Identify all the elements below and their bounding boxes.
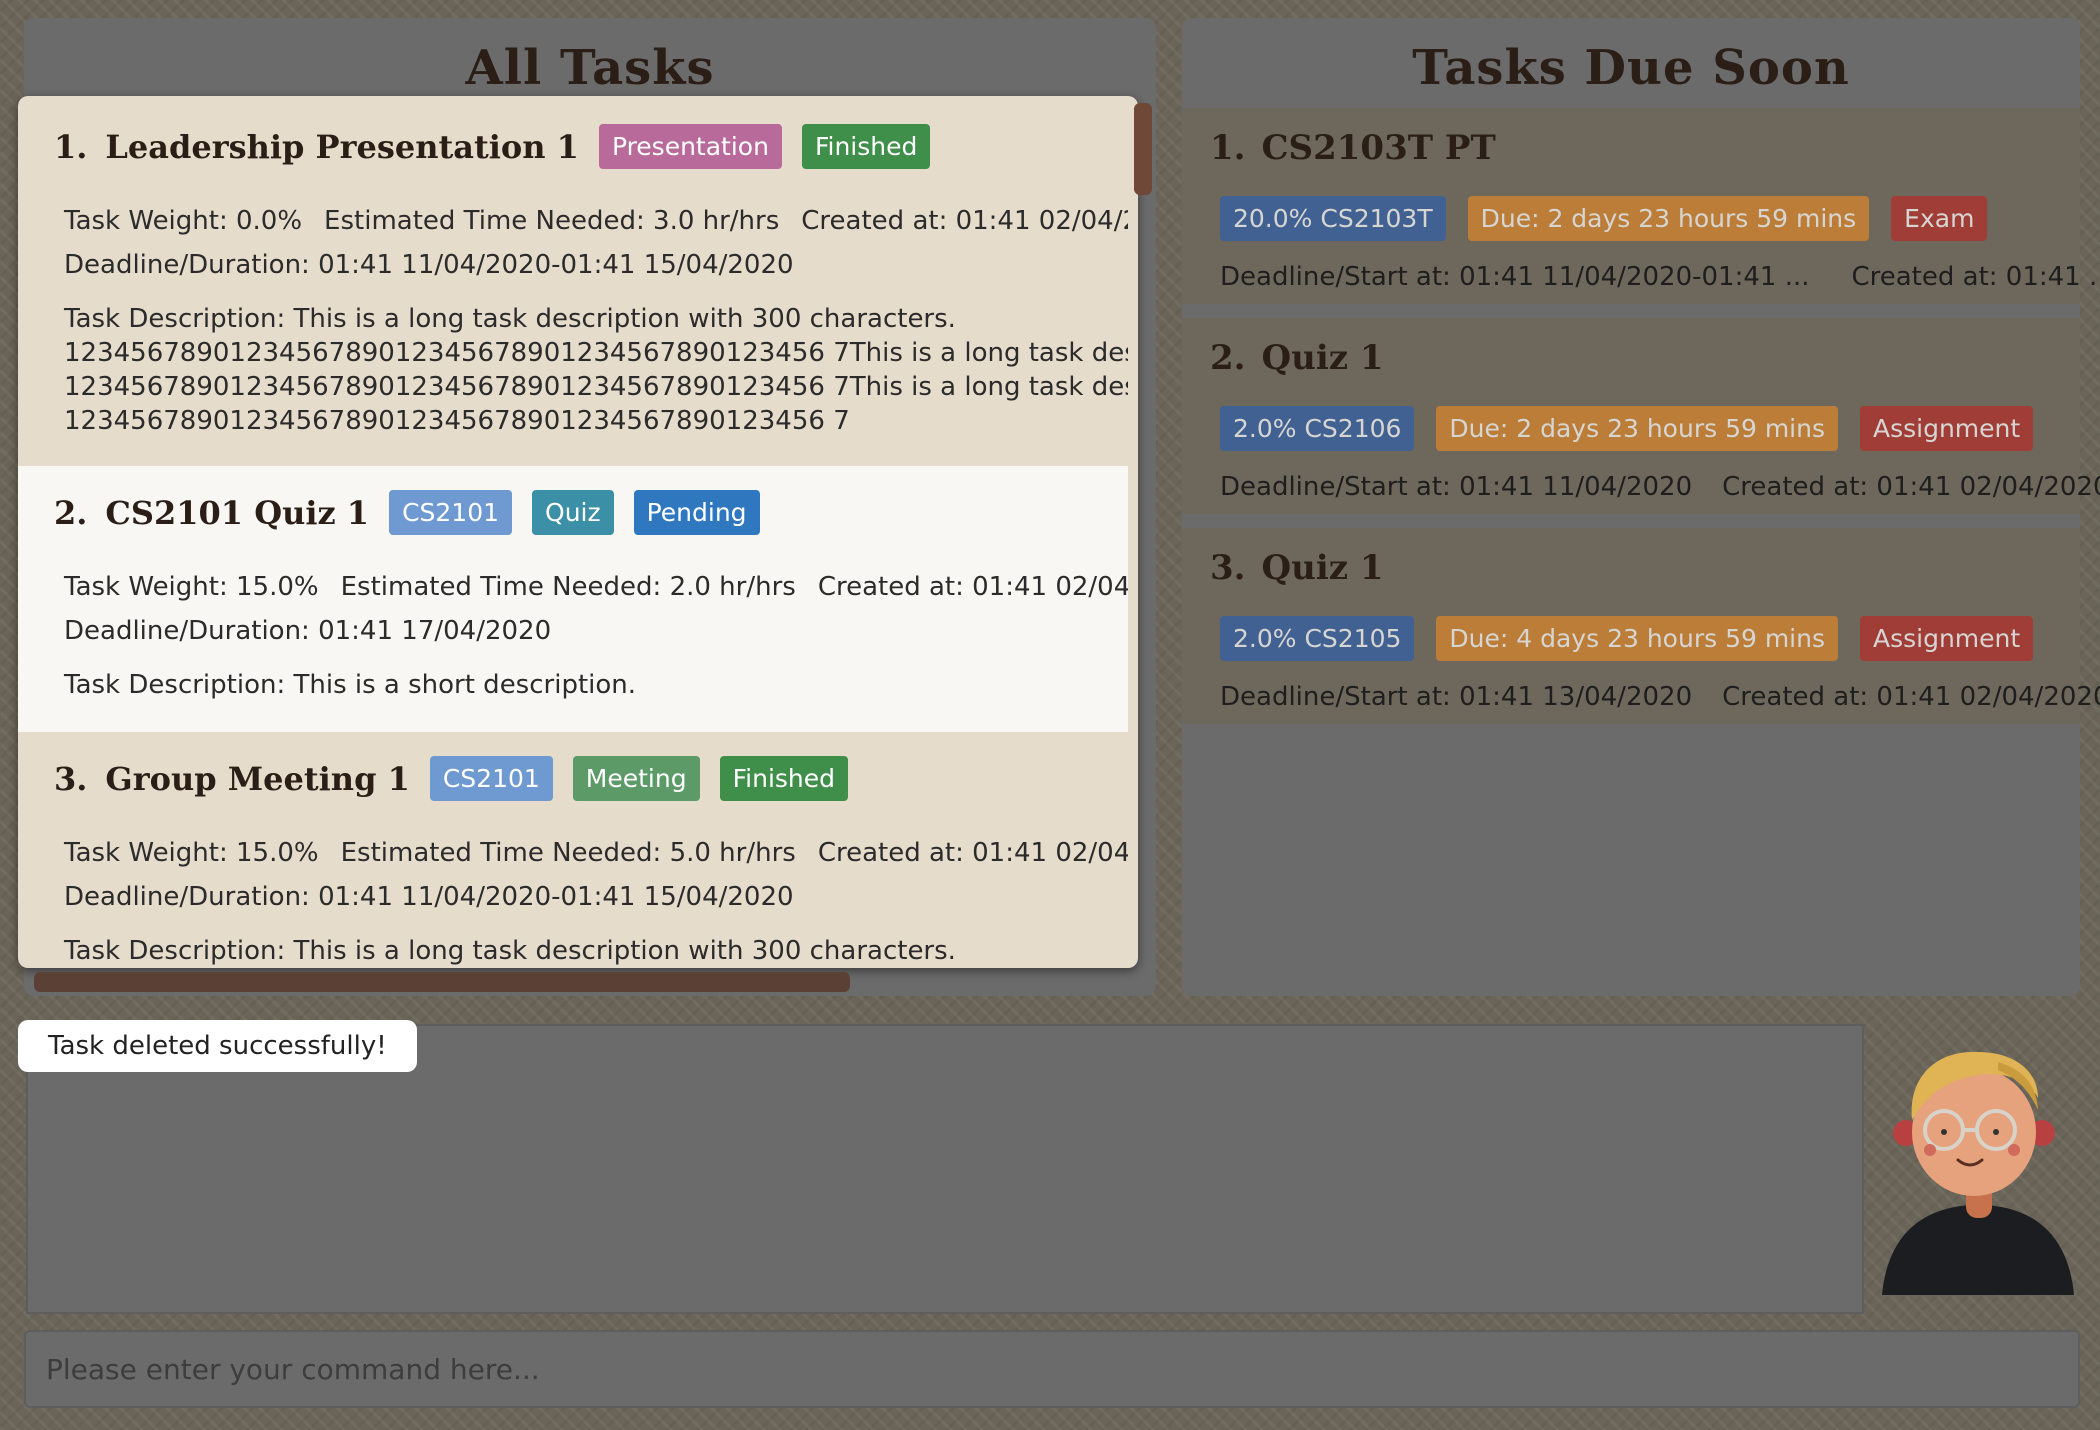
status-badge: Pending [633,490,760,535]
task-created-at: Created at: 01:41 02/04/2020 [817,572,1128,602]
task-tag: Presentation [598,124,782,169]
weight-module-badge: 20.0% CS2103T [1220,196,1446,241]
task-index: 1. [54,127,88,166]
task-description-line: Task Description: This is a long task de… [64,304,956,334]
due-task-deadline: Deadline/Start at: 01:41 11/04/2020 [1220,472,1693,502]
task-tag: Quiz [532,490,614,535]
weight-module-badge: 2.0% CS2106 [1220,406,1415,451]
task-description-line: 1234567890123456789012345678901234567890… [64,338,1128,368]
task-card[interactable]: 3. Group Meeting 1 CS2101 Meeting Finish… [18,732,1128,968]
task-type-badge: Assignment [1860,616,2034,661]
due-countdown-badge: Due: 2 days 23 hours 59 mins [1467,196,1870,241]
due-task-dates: Deadline/Start at: 01:41 11/04/2020-01:4… [1220,262,2100,292]
task-meta-line: Task Weight: 0.0% Estimated Time Needed: … [64,204,1128,238]
due-task-dates: Deadline/Start at: 01:41 13/04/2020 Creat… [1220,682,2100,712]
task-meta-line: Task Weight: 15.0% Estimated Time Needed:… [64,570,1128,604]
task-name: CS2101 Quiz 1 [105,493,370,532]
task-card[interactable]: 1. Leadership Presentation 1 Presentatio… [18,96,1128,466]
due-task-title: 2. Quiz 1 [1210,338,1384,378]
task-tag: Meeting [572,756,700,801]
task-weight: Task Weight: 15.0% [64,838,319,868]
task-type-badge: Exam [1891,196,1988,241]
task-estimated-time: Estimated Time Needed: 2.0 hr/hrs [340,572,796,602]
task-created-at: Created at: 01:41 02/04/2020 [801,206,1128,236]
task-tag: CS2101 [429,756,553,801]
student-avatar-icon [1882,1051,2074,1295]
due-task-badges: 2.0% CS2105 Due: 4 days 23 hours 59 mins… [1220,616,2055,661]
due-task-name: Quiz 1 [1261,548,1384,588]
due-soon-panel: Tasks Due Soon 1. CS2103T PT 20.0% CS210… [1182,18,2100,996]
due-task-index: 3. [1210,548,1246,588]
task-deadline: Deadline/Duration: 01:41 11/04/2020-01:4… [64,882,794,912]
weight-module-badge: 2.0% CS2105 [1220,616,1415,661]
task-tag: CS2101 [389,490,513,535]
task-description-line: 1234567890123456789012345678901234567890… [64,372,1128,402]
due-task-name: CS2103T PT [1261,128,1496,168]
due-soon-title: Tasks Due Soon [1412,40,1850,96]
task-meta-line: Task Weight: 15.0% Estimated Time Needed:… [64,836,1128,870]
status-badge: Finished [719,756,849,801]
due-task-index: 1. [1210,128,1246,168]
due-task-badges: 2.0% CS2106 Due: 2 days 23 hours 59 mins… [1220,406,2055,451]
task-name: Leadership Presentation 1 [105,127,579,166]
task-estimated-time: Estimated Time Needed: 3.0 hr/hrs [324,206,780,236]
due-task-card[interactable]: 1. CS2103T PT 20.0% CS2103T Due: 2 days … [1182,108,2100,304]
task-title-row: 1. Leadership Presentation 1 Presentatio… [54,124,950,169]
due-task-created: Created at: 01:41 ... [1851,262,2100,292]
task-description-line: Task Description: This is a short descri… [64,670,637,700]
task-weight: Task Weight: 15.0% [64,572,319,602]
result-message: Task deleted successfully! [18,1020,417,1072]
task-index: 2. [54,493,88,532]
task-name: Group Meeting 1 [105,759,410,798]
command-input[interactable] [44,1342,2058,1396]
all-tasks-title: All Tasks [465,40,715,96]
task-created-at: Created at: 01:41 02/04/2020 [817,838,1128,868]
task-type-badge: Assignment [1860,406,2034,451]
task-description-line: Task Description: This is a long task de… [64,936,956,966]
due-task-title: 3. Quiz 1 [1210,548,1384,588]
status-badge: Finished [801,124,931,169]
horizontal-scrollbar-thumb[interactable] [34,972,850,992]
due-task-card[interactable]: 2. Quiz 1 2.0% CS2106 Due: 2 days 23 hou… [1182,318,2100,514]
task-title-row: 3. Group Meeting 1 CS2101 Meeting Finish… [54,756,868,801]
task-deadline: Deadline/Duration: 01:41 11/04/2020-01:4… [64,250,794,280]
due-task-created: Created at: 01:41 02/04/2020 [1722,682,2100,712]
vertical-scrollbar-thumb[interactable] [1134,103,1152,195]
due-task-dates: Deadline/Start at: 01:41 11/04/2020 Creat… [1220,472,2100,502]
task-title-row: 2. CS2101 Quiz 1 CS2101 Quiz Pending [54,490,780,535]
task-index: 3. [54,759,88,798]
due-task-index: 2. [1210,338,1246,378]
command-box[interactable] [24,1330,2080,1408]
due-task-card[interactable]: 3. Quiz 1 2.0% CS2105 Due: 4 days 23 hou… [1182,528,2100,724]
task-list[interactable]: 1. Leadership Presentation 1 Presentatio… [18,96,1138,968]
task-weight: Task Weight: 0.0% [64,206,303,236]
task-estimated-time: Estimated Time Needed: 5.0 hr/hrs [340,838,796,868]
task-description-line: 1234567890123456789012345678901234567890… [64,406,850,436]
due-countdown-badge: Due: 4 days 23 hours 59 mins [1436,616,1838,661]
due-task-deadline: Deadline/Start at: 01:41 13/04/2020 [1220,682,1693,712]
due-countdown-badge: Due: 2 days 23 hours 59 mins [1436,406,1838,451]
due-task-deadline: Deadline/Start at: 01:41 11/04/2020-01:4… [1220,262,1810,292]
due-task-name: Quiz 1 [1261,338,1384,378]
task-deadline: Deadline/Duration: 01:41 17/04/2020 [64,616,552,646]
due-task-badges: 20.0% CS2103T Due: 2 days 23 hours 59 mi… [1220,196,2009,241]
due-task-created: Created at: 01:41 02/04/2020 [1722,472,2100,502]
task-card[interactable]: 2. CS2101 Quiz 1 CS2101 Quiz Pending Tas… [18,466,1128,732]
due-task-title: 1. CS2103T PT [1210,128,1496,168]
